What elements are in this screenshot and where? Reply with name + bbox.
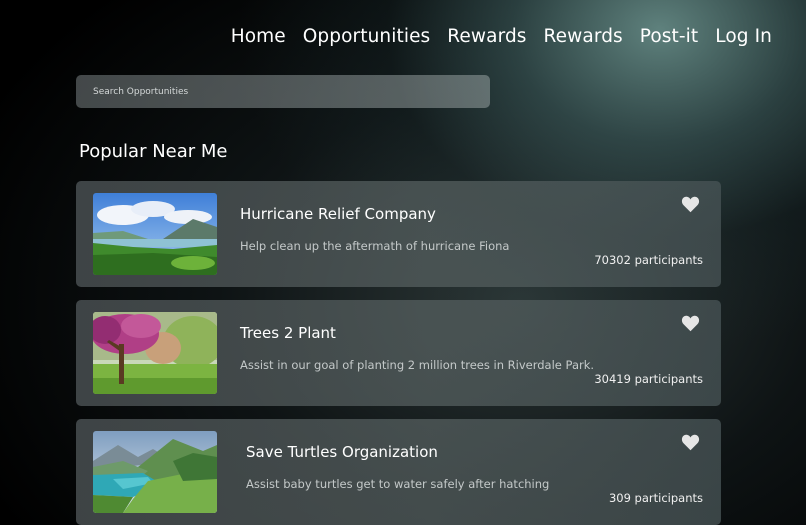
search-input[interactable] — [76, 75, 490, 108]
nav-post-it[interactable]: Post-it — [640, 26, 698, 47]
nav-home[interactable]: Home — [231, 26, 286, 47]
card-description: Help clean up the aftermath of hurricane… — [240, 239, 510, 253]
nav-rewards-2[interactable]: Rewards — [544, 26, 623, 47]
heart-icon[interactable] — [681, 315, 700, 332]
card-title: Trees 2 Plant — [240, 324, 336, 342]
participant-count: 70302 participants — [594, 253, 703, 267]
opportunity-card-trees-2-plant[interactable]: Trees 2 Plant Assist in our goal of plan… — [76, 300, 721, 406]
participant-count: 309 participants — [608, 491, 703, 505]
card-description: Assist in our goal of planting 2 million… — [240, 358, 595, 372]
heart-icon[interactable] — [681, 196, 700, 213]
nav-opportunities[interactable]: Opportunities — [303, 26, 431, 47]
mountain-lake-image — [93, 431, 217, 513]
card-title: Save Turtles Organization — [246, 443, 438, 461]
opportunity-card-save-turtles[interactable]: Save Turtles Organization Assist baby tu… — [76, 419, 721, 525]
nav-log-in[interactable]: Log In — [715, 26, 772, 47]
nav-rewards[interactable]: Rewards — [447, 26, 526, 47]
opportunity-card-hurricane-relief[interactable]: Hurricane Relief Company Help clean up t… — [76, 181, 721, 287]
section-title: Popular Near Me — [79, 141, 228, 162]
card-title: Hurricane Relief Company — [240, 205, 436, 223]
landscape-lake-image — [93, 193, 217, 275]
heart-icon[interactable] — [681, 434, 700, 451]
top-nav: Home Opportunities Rewards Rewards Post-… — [231, 26, 772, 47]
blossom-tree-image — [93, 312, 217, 394]
participant-count: 30419 participants — [594, 372, 703, 386]
card-description: Assist baby turtles get to water safely … — [246, 477, 550, 491]
